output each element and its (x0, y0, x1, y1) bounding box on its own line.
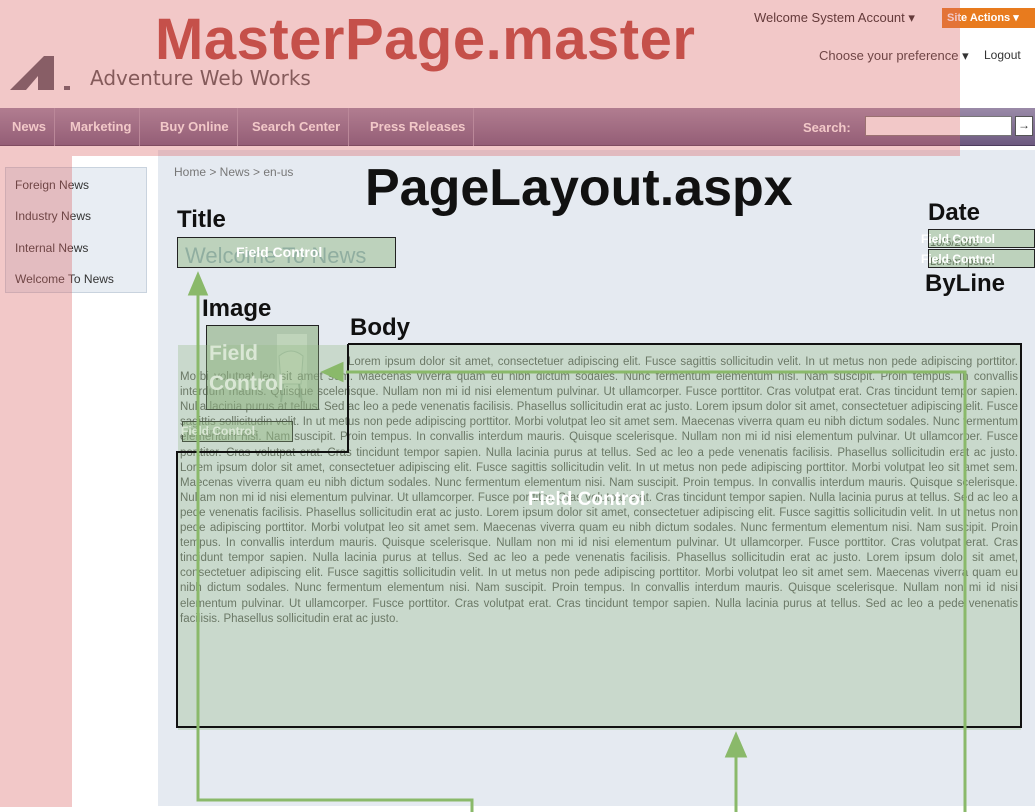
master-page-label: MasterPage.master (155, 7, 696, 72)
title-zone-label: Title (177, 206, 226, 233)
date-field-control[interactable]: Field Control (921, 229, 1035, 248)
logout-link[interactable]: Logout (984, 48, 1021, 62)
field-control-label: Field Control (236, 244, 323, 260)
date-zone-label: Date (928, 199, 981, 226)
field-control-label: Field Control (921, 232, 995, 246)
master-page-left-overlay (0, 156, 72, 807)
byline-field-control[interactable]: Field Control (921, 249, 1035, 268)
page-layout-label: PageLayout.aspx (365, 159, 793, 217)
image-zone-label: Image (202, 295, 272, 322)
title-field-control[interactable]: Field Control (177, 237, 396, 268)
byline-zone-label: ByLine (925, 270, 1006, 297)
field-control-label: Field Control (921, 252, 995, 266)
search-go-button[interactable]: → (1015, 116, 1033, 136)
field-control-label: Field Control (528, 489, 646, 510)
body-field-control[interactable]: Field Control (178, 345, 1021, 730)
body-zone-label: Body (350, 314, 410, 341)
breadcrumb[interactable]: Home > News > en-us (174, 165, 293, 179)
